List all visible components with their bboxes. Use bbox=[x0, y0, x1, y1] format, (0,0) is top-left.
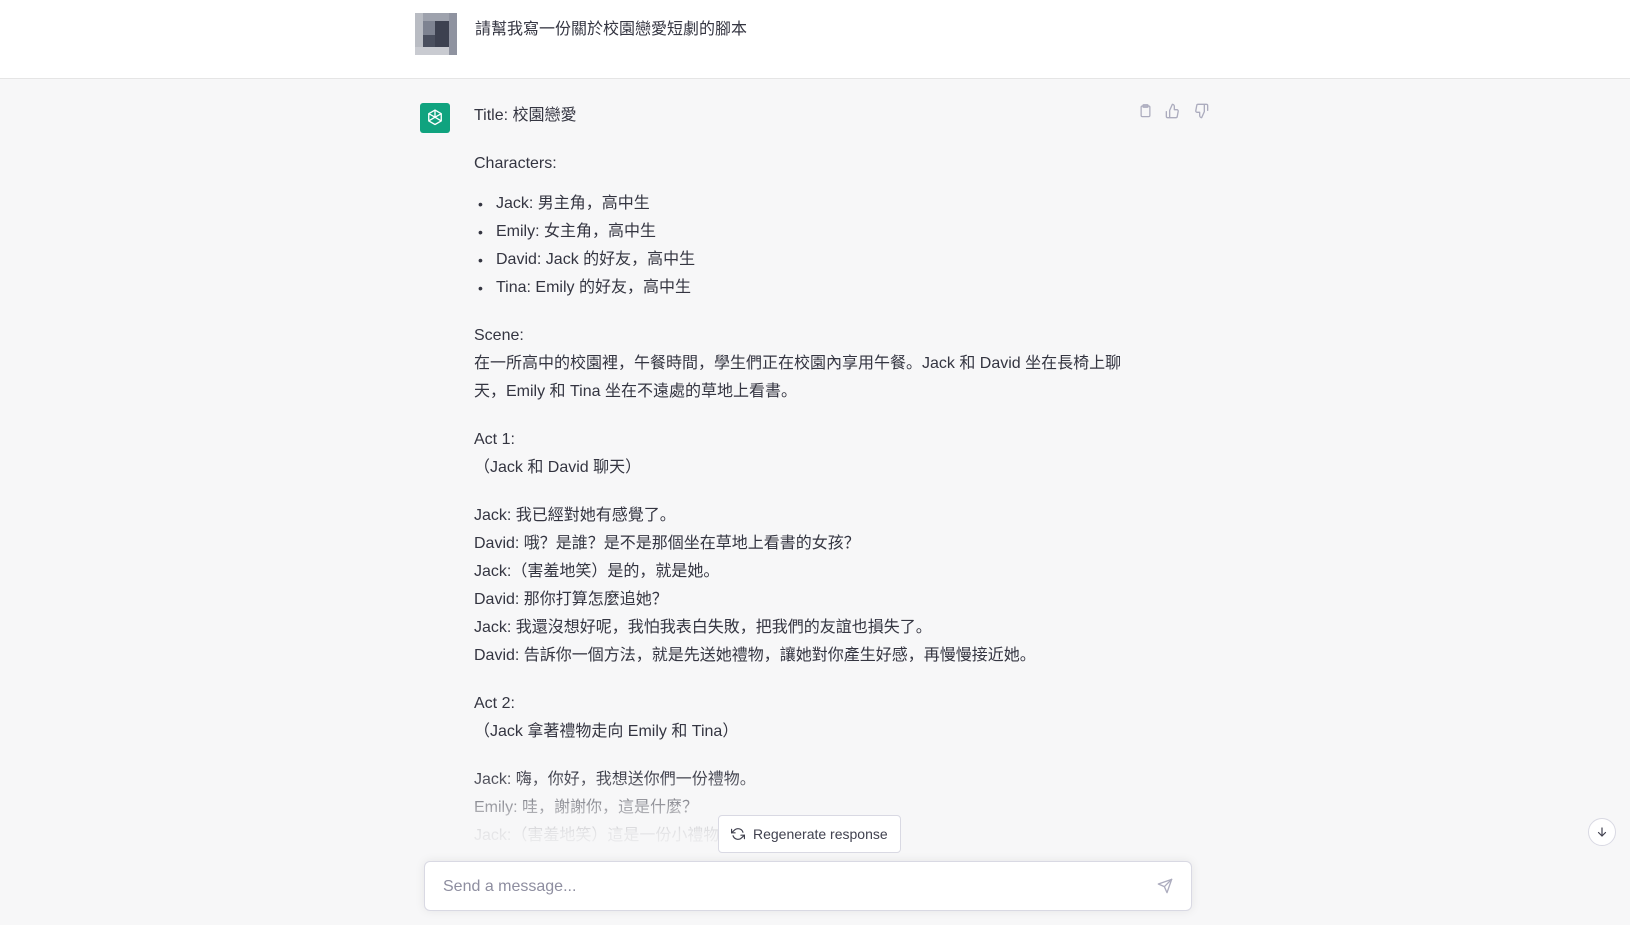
script-title: Title: 校園戀愛 bbox=[474, 107, 577, 124]
user-message-row: 請幫我寫一份關於校園戀愛短劇的腳本 bbox=[0, 0, 1630, 79]
dialogue-line: Jack:（害羞地笑）是的，就是她。 bbox=[474, 563, 720, 580]
list-item: Jack: 男主角，高中生 bbox=[474, 190, 1134, 218]
chat-page: 請幫我寫一份關於校園戀愛短劇的腳本 Title: 校園戀愛 Characters… bbox=[0, 0, 1630, 925]
arrow-down-icon[interactable] bbox=[1588, 818, 1616, 846]
dialogue-line: David: 那你打算怎麼追她？ bbox=[474, 591, 668, 608]
act1-direction: （Jack 和 David 聊天） bbox=[474, 459, 642, 476]
dialogue-line: Jack: 我還沒想好呢，我怕我表白失敗，把我們的友誼也損失了。 bbox=[474, 619, 932, 636]
list-item: Tina: Emily 的好友，高中生 bbox=[474, 274, 1134, 302]
clipboard-icon[interactable] bbox=[1135, 101, 1155, 121]
scene-text-line: 在一所高中的校園裡，午餐時間，學生們正在校園內享用午餐。Jack 和 David… bbox=[474, 355, 1122, 372]
regenerate-label: Regenerate response bbox=[753, 826, 888, 842]
message-composer bbox=[424, 861, 1192, 911]
act1-heading: Act 1: bbox=[474, 431, 515, 448]
assistant-message-row: Title: 校園戀愛 Characters: Jack: 男主角，高中生 Em… bbox=[0, 79, 1630, 925]
message-actions bbox=[1135, 101, 1211, 121]
scene-heading: Scene: bbox=[474, 327, 524, 344]
characters-list: Jack: 男主角，高中生 Emily: 女主角，高中生 David: Jack… bbox=[474, 190, 1134, 302]
regenerate-button[interactable]: Regenerate response bbox=[718, 815, 901, 853]
refresh-icon bbox=[731, 827, 745, 841]
user-message-text: 請幫我寫一份關於校園戀愛短劇的腳本 bbox=[475, 21, 748, 38]
scene-text-line: 天，Emily 和 Tina 坐在不遠處的草地上看書。 bbox=[474, 383, 797, 400]
dialogue-line: David: 告訴你一個方法，就是先送她禮物，讓她對你產生好感，再慢慢接近她。 bbox=[474, 647, 1036, 664]
characters-heading: Characters: bbox=[474, 155, 557, 172]
thumbs-up-icon[interactable] bbox=[1163, 101, 1183, 121]
dialogue-line: David: 哦？是誰？是不是那個坐在草地上看書的女孩？ bbox=[474, 535, 860, 552]
user-avatar bbox=[415, 13, 457, 55]
paper-plane-icon[interactable] bbox=[1155, 876, 1175, 896]
act2-heading: Act 2: bbox=[474, 695, 515, 712]
list-item: Emily: 女主角，高中生 bbox=[474, 218, 1134, 246]
thumbs-down-icon[interactable] bbox=[1191, 101, 1211, 121]
assistant-message-content: Title: 校園戀愛 Characters: Jack: 男主角，高中生 Em… bbox=[474, 102, 1134, 870]
act2-direction: （Jack 拿著禮物走向 Emily 和 Tina） bbox=[474, 723, 739, 740]
dialogue-line: Jack: 嗨，你好，我想送你們一份禮物。 bbox=[474, 771, 756, 788]
dialogue-line: Jack: 我已經對她有感覺了。 bbox=[474, 507, 676, 524]
openai-logo-icon bbox=[420, 103, 450, 133]
list-item: David: Jack 的好友，高中生 bbox=[474, 246, 1134, 274]
message-input[interactable] bbox=[441, 874, 1125, 900]
